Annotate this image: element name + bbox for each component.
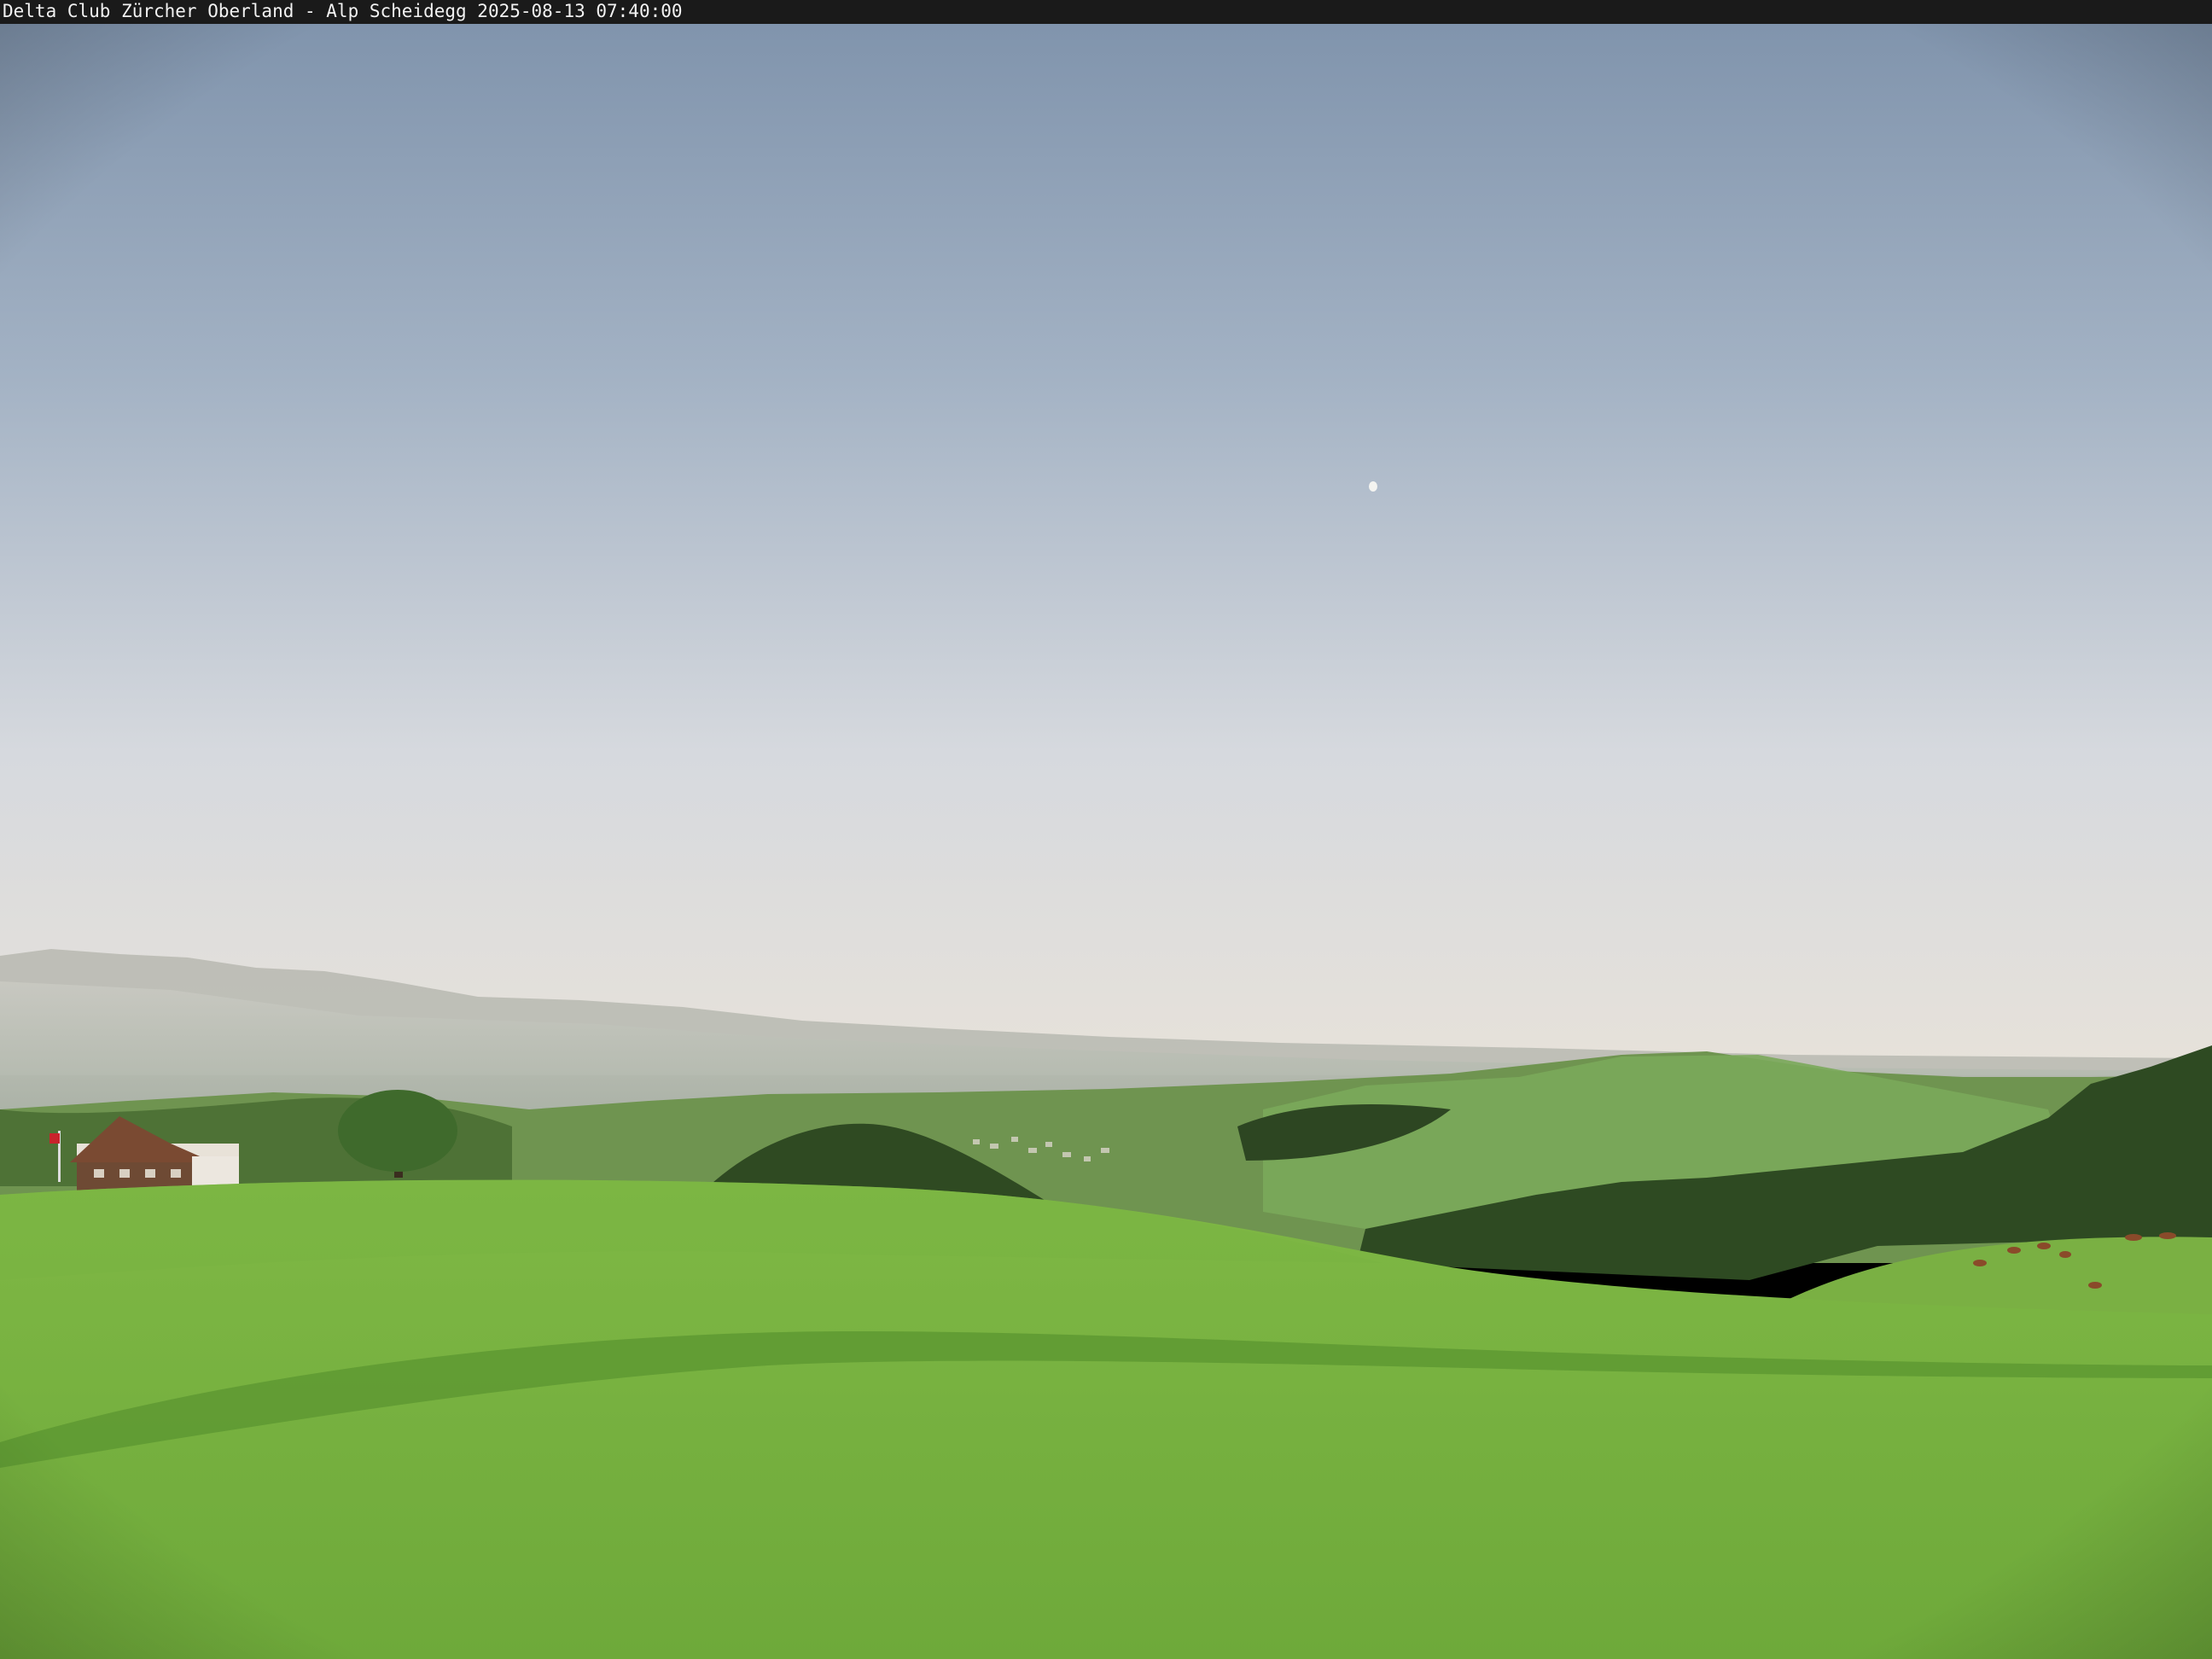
webcam-frame: Delta Club Zürcher Oberland - Alp Scheid… bbox=[0, 0, 2212, 1659]
webcam-caption: Delta Club Zürcher Oberland - Alp Scheid… bbox=[3, 1, 683, 21]
landscape-scene bbox=[0, 0, 2212, 1659]
caption-bar: Delta Club Zürcher Oberland - Alp Scheid… bbox=[0, 0, 2212, 24]
